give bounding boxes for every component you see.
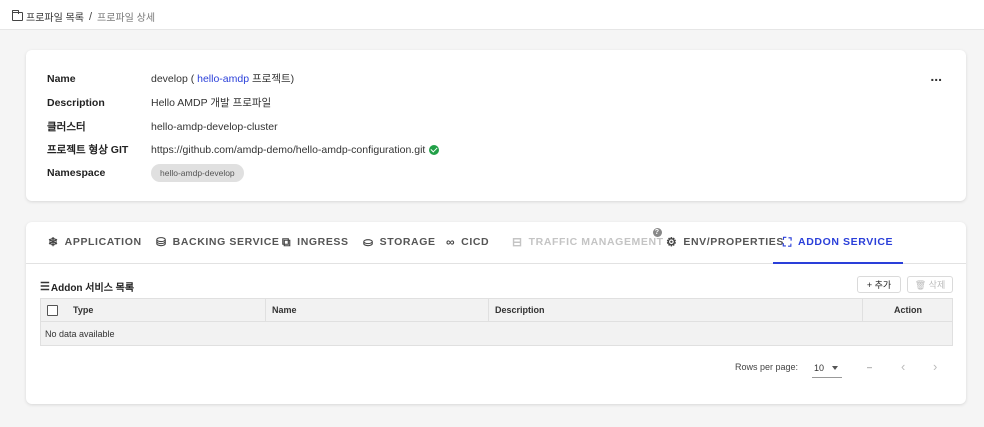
- database-icon: ⛁: [156, 235, 167, 249]
- breadcrumb-current: 프로파일 상세: [97, 13, 156, 24]
- list-icon: ☰: [40, 281, 50, 293]
- profile-info-card: ... Name develop ( hello-amdp 프로젝트) Desc…: [26, 50, 966, 201]
- settings-icon: ⚙: [666, 235, 678, 249]
- chevron-left-icon[interactable]: ‹: [901, 359, 905, 374]
- infinity-icon: ∞: [446, 235, 456, 249]
- traffic-icon: ⊟: [512, 235, 523, 249]
- tab-traffic-management: ⊟ TRAFFIC MANAGEMENT ?: [512, 228, 664, 264]
- tab-ingress[interactable]: ⧉ INGRESS: [282, 236, 349, 264]
- rows-per-page-select[interactable]: 10: [812, 358, 842, 378]
- more-options-button[interactable]: ...: [930, 69, 942, 83]
- tab-label: BACKING SERVICE: [172, 236, 280, 248]
- page-range: –: [867, 362, 873, 372]
- tab-application[interactable]: ❄ APPLICATION: [48, 236, 142, 264]
- name-value: develop ( hello-amdp 프로젝트): [151, 71, 294, 86]
- cog-icon: ❄: [48, 235, 59, 249]
- git-label: 프로젝트 형상 GIT: [47, 144, 129, 156]
- git-row: 프로젝트 형상 GIT https://github.com/amdp-demo…: [47, 142, 440, 157]
- tab-label: CICD: [461, 236, 490, 248]
- folder-icon: [12, 10, 23, 21]
- name-row: Name develop ( hello-amdp 프로젝트): [47, 71, 294, 86]
- description-value: Hello AMDP 개발 프로파일: [151, 97, 272, 109]
- column-name[interactable]: Name: [265, 299, 297, 321]
- column-type[interactable]: Type: [73, 299, 93, 321]
- tab-label: ADDON SERVICE: [798, 236, 894, 248]
- breadcrumb: 프로파일 목록 / 프로파일 상세: [12, 9, 155, 24]
- top-bar: 프로파일 목록 / 프로파일 상세: [0, 0, 984, 30]
- cluster-label: 클러스터: [47, 121, 86, 133]
- project-link[interactable]: hello-amdp: [197, 73, 249, 85]
- name-suffix: 프로젝트): [252, 73, 295, 85]
- addon-list-title-text: Addon 서비스 목록: [50, 283, 135, 294]
- column-action: Action: [862, 299, 953, 321]
- rows-per-page-label: Rows per page:: [735, 362, 799, 372]
- tab-backing-service[interactable]: ⛁ BACKING SERVICE: [156, 236, 279, 264]
- addon-list-title: ☰ Addon 서비스 목록: [40, 279, 134, 294]
- select-all-checkbox[interactable]: [47, 304, 58, 316]
- cluster-value: hello-amdp-develop-cluster: [151, 120, 278, 133]
- breadcrumb-separator: /: [88, 10, 93, 23]
- addon-icon: ⛶: [783, 235, 793, 249]
- chevron-right-icon[interactable]: ›: [933, 359, 937, 374]
- name-label: Name: [47, 72, 76, 85]
- open-in-new-icon: ⧉: [282, 235, 292, 249]
- add-button[interactable]: + 추가: [857, 276, 901, 293]
- name-prefix: develop (: [151, 73, 195, 85]
- tab-label: APPLICATION: [64, 236, 142, 248]
- tab-addon-service[interactable]: ⛶ ADDON SERVICE: [773, 235, 904, 264]
- namespace-chip: hello-amdp-develop: [151, 164, 244, 182]
- check-circle-icon: [429, 144, 440, 155]
- profile-tabs-card: ❄ APPLICATION ⛁ BACKING SERVICE ⧉ INGRES…: [26, 222, 966, 404]
- tab-label: INGRESS: [297, 236, 349, 248]
- storage-icon: ⛀: [363, 235, 374, 249]
- column-description[interactable]: Description: [488, 299, 545, 321]
- namespace-row: Namespace hello-amdp-develop: [47, 164, 244, 182]
- breadcrumb-root[interactable]: 프로파일 목록: [26, 9, 84, 24]
- cluster-row: 클러스터 hello-amdp-develop-cluster: [47, 119, 278, 134]
- table-header: Type Name Description Action: [40, 298, 953, 322]
- tab-storage[interactable]: ⛀ STORAGE: [363, 236, 436, 264]
- tab-label: STORAGE: [379, 236, 436, 248]
- namespace-label: Namespace: [47, 167, 106, 179]
- delete-button: 🗑 삭제: [907, 276, 953, 293]
- tab-label: ENV/PROPERTIES: [683, 236, 784, 248]
- addon-table: Type Name Description Action No data ava…: [40, 298, 953, 346]
- rows-per-page-value: 10: [814, 362, 825, 373]
- tab-env-properties[interactable]: ⚙ ENV/PROPERTIES: [666, 236, 784, 264]
- chevron-down-icon: [832, 365, 839, 370]
- git-link[interactable]: https://github.com/amdp-demo/hello-amdp-…: [151, 144, 425, 156]
- help-icon[interactable]: ?: [652, 228, 662, 237]
- description-label: Description: [47, 96, 105, 109]
- empty-row: No data available: [40, 322, 953, 346]
- tab-cicd[interactable]: ∞ CICD: [446, 236, 489, 264]
- select-all-cell: [47, 299, 58, 321]
- description-row: Description Hello AMDP 개발 프로파일: [47, 95, 271, 110]
- tab-label: TRAFFIC MANAGEMENT: [528, 236, 664, 248]
- tab-bar: ❄ APPLICATION ⛁ BACKING SERVICE ⧉ INGRES…: [26, 222, 966, 264]
